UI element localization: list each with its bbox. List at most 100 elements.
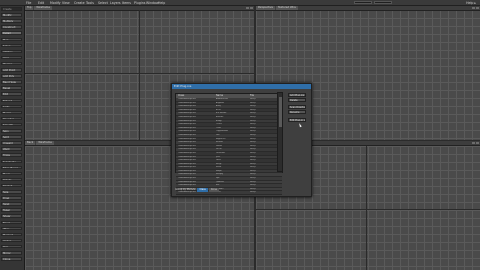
menu-item[interactable]: Modify <box>50 1 61 5</box>
menu-item[interactable]: Window <box>146 1 159 5</box>
sidebar-button[interactable]: Setup <box>1 43 22 48</box>
maximize-icon[interactable] <box>472 141 475 145</box>
sidebar-button[interactable]: Smooth <box>1 122 22 127</box>
sidebar-button[interactable]: Plugins <box>1 61 22 66</box>
sidebar-button[interactable]: Drag <box>1 196 22 200</box>
plugin-cell: lwcs.p <box>250 173 256 176</box>
plugin-list[interactable]: Class Name File CommandSequence AddPartit… <box>175 93 283 196</box>
sidebar-button[interactable]: Move <box>1 171 22 176</box>
dialog-title[interactable]: Edit Plug-ins <box>172 84 311 89</box>
viewport-label[interactable]: Top <box>25 6 34 10</box>
sidebar-button[interactable]: Unweld <box>1 141 22 145</box>
sidebar-button[interactable]: Utilities <box>1 49 22 54</box>
plugin-cell: lwcs.p <box>250 98 256 100</box>
dialog-button[interactable]: Scan Directory <box>288 105 306 109</box>
sidebar-button[interactable]: Band Saw <box>1 80 22 84</box>
plugin-list-scrollbar[interactable] <box>277 92 283 172</box>
plugin-cell: lwcs.p <box>250 180 256 183</box>
sidebar-button[interactable]: Taper <box>1 208 22 212</box>
viewport-mode[interactable]: Textured Wire <box>276 6 298 10</box>
plugin-cell: Gemstone <box>216 151 226 154</box>
plugin-cell: Lathe <box>216 159 222 162</box>
sidebar-button[interactable]: Create <box>1 7 22 11</box>
plugin-cell: CommandSequence <box>178 101 197 104</box>
viewport-label[interactable]: Perspective <box>256 6 276 10</box>
plugin-cell: CommandSequence <box>178 141 197 144</box>
sidebar-button[interactable]: Spin <box>1 129 22 133</box>
group-by-select[interactable]: Class <box>197 188 208 192</box>
sidebar-button[interactable]: Mirror <box>1 251 22 255</box>
sidebar-button[interactable]: Map <box>1 37 22 42</box>
sidebar-button[interactable]: Edit <box>1 92 22 96</box>
sidebar-button[interactable]: Extend <box>1 98 22 103</box>
plugin-cell: lwcs.p <box>250 119 256 122</box>
plugin-cell: lwcs.p <box>250 159 256 162</box>
menu-item[interactable]: Select <box>98 1 108 5</box>
sidebar-button[interactable]: Vortex <box>1 238 22 243</box>
dialog-button[interactable]: Rename <box>288 110 306 114</box>
options-icon[interactable] <box>476 141 479 145</box>
sidebar-button[interactable]: Triple <box>1 153 22 157</box>
plugin-cell: Boolean <box>216 115 224 118</box>
plugin-cell: CommandSequence <box>178 130 197 133</box>
sidebar-button[interactable]: Split <box>1 135 22 139</box>
sidebar-button[interactable]: Subdivide <box>1 159 22 164</box>
sidebar-button[interactable]: Merge <box>1 110 22 115</box>
menu-item[interactable]: Help <box>158 1 165 5</box>
sidebar-button[interactable]: Jitter <box>1 226 22 231</box>
plugin-cell: Rail <box>216 184 220 187</box>
dialog-button[interactable]: Delete <box>288 98 306 102</box>
plugin-cell: lwcs.p <box>250 169 256 172</box>
plugin-cell: CommandSequence <box>178 123 197 126</box>
sidebar-button[interactable]: Twist <box>1 202 22 206</box>
sidebar-button[interactable]: Bevel <box>1 86 22 90</box>
done-button[interactable]: Done <box>208 188 220 192</box>
viewport-label[interactable]: Back <box>25 141 36 145</box>
sidebar-button[interactable]: Edge Bevel <box>1 165 22 170</box>
plugin-cell: AddPartitions <box>216 98 228 100</box>
sidebar-button[interactable]: Add Poly <box>1 74 22 78</box>
sidebar-button[interactable]: Rotate <box>1 177 22 182</box>
plugin-cell: Extrude <box>216 141 224 144</box>
maximize-icon[interactable] <box>472 6 475 10</box>
plugin-cell: Pipe <box>216 177 220 180</box>
sidebar-button[interactable]: Rounder <box>1 116 22 121</box>
sidebar-button[interactable]: Stretch <box>1 183 22 188</box>
plugin-cell: CommandSequence <box>178 166 197 169</box>
sidebar-button[interactable]: Detail <box>1 31 22 35</box>
sidebar-button[interactable]: Add Point <box>1 68 22 72</box>
sidebar-button[interactable]: Construct <box>1 25 22 29</box>
layer-field[interactable] <box>354 0 372 4</box>
menu-item[interactable]: View <box>62 1 70 5</box>
sidebar-button[interactable]: Bend <box>1 220 22 225</box>
menu-item[interactable]: Edit <box>38 1 44 5</box>
sidebar-button[interactable]: Knife <box>1 104 22 109</box>
menu-item[interactable]: Items <box>122 1 131 5</box>
sidebar-button[interactable]: Weld <box>1 147 22 151</box>
sidebar-button[interactable]: Magnet <box>1 232 22 237</box>
sidebar-button[interactable]: Pole <box>1 244 22 249</box>
menu-item[interactable]: Create <box>74 1 85 5</box>
layer-field-2[interactable] <box>374 0 392 4</box>
sidebar-button[interactable]: Clone <box>1 257 22 261</box>
sidebar-button[interactable]: Size <box>1 190 22 194</box>
viewport-mode[interactable]: Wireframe <box>36 141 54 145</box>
sidebar-button[interactable]: Multiply <box>1 19 22 23</box>
help-menu[interactable]: Help ▸ <box>466 1 476 5</box>
options-icon[interactable] <box>476 6 479 10</box>
sidebar-button[interactable]: View <box>1 55 22 60</box>
options-icon[interactable] <box>250 6 253 10</box>
menu-item[interactable]: Tools <box>86 1 94 5</box>
sidebar-button[interactable]: Shear <box>1 214 22 218</box>
viewport-mode[interactable]: Wireframe <box>34 6 52 10</box>
dialog-button[interactable]: Edit Plug-in List <box>288 118 306 122</box>
plugin-cell: CommandSequence <box>178 144 197 147</box>
dialog-button[interactable]: Add Plug-ins <box>288 93 306 97</box>
menu-item[interactable]: Layers <box>110 1 121 5</box>
scrollbar-thumb[interactable] <box>278 97 282 127</box>
plugin-cell: Mirror <box>216 166 222 169</box>
menu-item[interactable]: Plugins <box>134 1 145 5</box>
maximize-icon[interactable] <box>246 6 249 10</box>
sidebar-button[interactable]: Modify <box>1 13 22 17</box>
menu-item[interactable]: File <box>26 1 31 5</box>
